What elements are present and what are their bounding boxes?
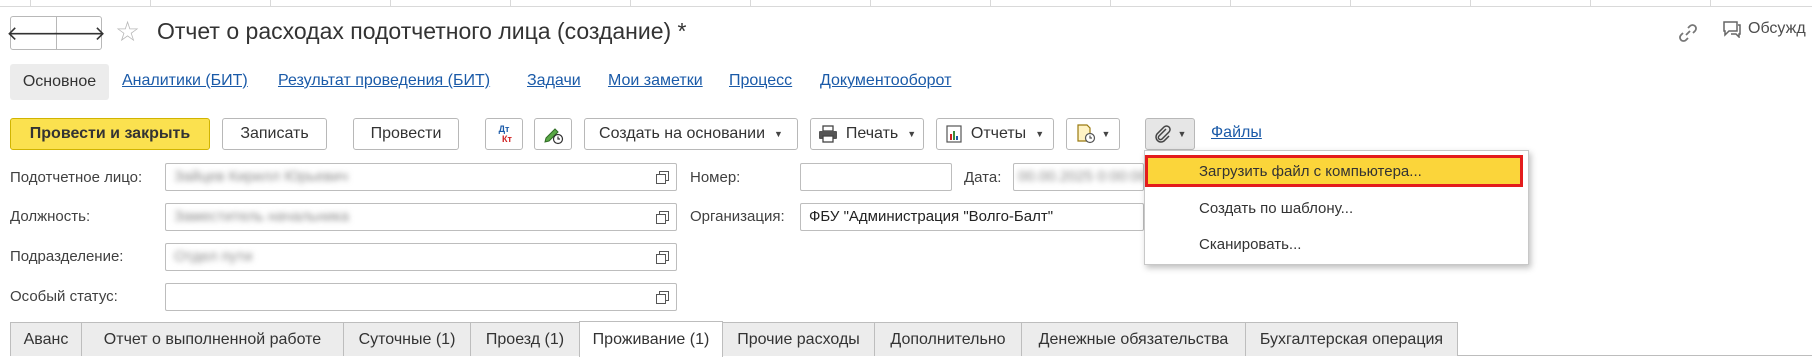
dt-glyph: Дт xyxy=(498,124,510,134)
section-link-process[interactable]: Процесс xyxy=(729,72,792,90)
section-link-docflow[interactable]: Документооборот xyxy=(820,72,951,90)
files-link[interactable]: Файлы xyxy=(1211,124,1262,142)
reports-button[interactable]: Отчеты ▼ xyxy=(936,118,1054,150)
accountable-label: Подотчетное лицо: xyxy=(10,169,143,186)
tab-per-diem[interactable]: Суточные (1) xyxy=(343,322,471,356)
special-status-label: Особый статус: xyxy=(10,288,118,305)
dt-kt-icon: Дт Кт xyxy=(496,124,512,144)
number-field[interactable] xyxy=(800,163,952,191)
organization-value: ФБУ "Администрация "Волго-Балт" xyxy=(809,208,1054,225)
department-field[interactable]: Отдел пути xyxy=(165,243,677,271)
tab-advance[interactable]: Аванс xyxy=(10,322,82,356)
open-icon[interactable] xyxy=(652,247,672,267)
top-grid-strip xyxy=(0,0,1812,7)
create-based-on-label: Создать на основании xyxy=(599,125,766,142)
open-icon[interactable] xyxy=(652,207,672,227)
discuss-label: Обсужд xyxy=(1748,20,1806,38)
arrow-right-icon: 🡒 xyxy=(52,22,106,45)
position-value: Заместитель начальника xyxy=(174,208,350,225)
special-status-field[interactable] xyxy=(165,283,677,311)
save-label: Записать xyxy=(240,125,309,142)
date-value: 00.00.2025 0:00:00 xyxy=(1018,168,1144,185)
section-link-my-notes[interactable]: Мои заметки xyxy=(608,72,703,90)
kt-glyph: Кт xyxy=(502,134,512,144)
tab-accounting-operation[interactable]: Бухгалтерская операция xyxy=(1245,322,1458,356)
tab-accommodation[interactable]: Проживание (1) xyxy=(579,321,723,357)
section-link-tasks[interactable]: Задачи xyxy=(527,72,581,90)
section-link-analytics[interactable]: Аналитики (БИТ) xyxy=(122,72,248,90)
position-label: Должность: xyxy=(10,208,91,225)
reports-label: Отчеты xyxy=(970,125,1027,142)
number-label: Номер: xyxy=(690,169,741,186)
attach-file-menu: Загрузить файл с компьютера... Создать п… xyxy=(1144,150,1529,265)
organization-field[interactable]: ФБУ "Администрация "Волго-Балт" xyxy=(800,203,1144,231)
print-label: Печать xyxy=(845,125,899,142)
organization-label: Организация: xyxy=(690,208,785,225)
post-and-close-label: Провести и закрыть xyxy=(29,125,191,142)
section-main[interactable]: Основное xyxy=(10,64,109,100)
accountable-field[interactable]: Зайцев Кирилл Юрьевич xyxy=(165,163,677,191)
department-value: Отдел пути xyxy=(174,248,253,265)
report-chart-icon xyxy=(946,125,962,143)
tab-travel[interactable]: Проезд (1) xyxy=(470,322,580,356)
chevron-down-icon: ▼ xyxy=(774,129,783,139)
menu-item-create-from-template[interactable]: Создать по шаблону... xyxy=(1199,200,1353,217)
discuss-button[interactable]: Обсужд xyxy=(1722,20,1806,39)
tab-monetary-obligations[interactable]: Денежные обязательства xyxy=(1021,322,1246,356)
document-clock-icon xyxy=(1076,124,1095,144)
chat-icon xyxy=(1723,21,1741,39)
print-button[interactable]: Печать ▼ xyxy=(810,118,924,150)
attach-file-button[interactable]: ▼ xyxy=(1145,118,1195,150)
save-button[interactable]: Записать xyxy=(222,118,327,150)
paperclip-icon xyxy=(1154,125,1171,143)
tab-work-report[interactable]: Отчет о выполненной работе xyxy=(81,322,344,356)
tab-other-expenses[interactable]: Прочие расходы xyxy=(722,322,875,356)
create-based-on-button[interactable]: Создать на основании ▼ xyxy=(584,118,798,150)
chevron-down-icon: ▼ xyxy=(1177,129,1187,139)
related-docs-button[interactable]: ▼ xyxy=(1066,118,1120,150)
department-label: Подразделение: xyxy=(10,248,124,265)
history-nav-group: 🡐 🡒 xyxy=(6,16,106,50)
post-and-close-button[interactable]: Провести и закрыть xyxy=(10,118,210,150)
forward-button[interactable]: 🡒 xyxy=(52,17,106,49)
date-label: Дата: xyxy=(964,169,1002,186)
chevron-down-icon: ▼ xyxy=(1101,129,1111,139)
printer-icon xyxy=(818,125,837,143)
post-label: Провести xyxy=(370,125,442,142)
section-link-posting-result[interactable]: Результат проведения (БИТ) xyxy=(278,72,490,90)
open-icon[interactable] xyxy=(652,287,672,307)
pencil-clock-icon xyxy=(544,128,564,145)
date-field[interactable]: 00.00.2025 0:00:00 xyxy=(1013,163,1144,191)
menu-item-scan[interactable]: Сканировать... xyxy=(1199,236,1301,253)
position-field[interactable]: Заместитель начальника xyxy=(165,203,677,231)
edit-history-button[interactable] xyxy=(534,118,572,150)
post-button[interactable]: Провести xyxy=(353,118,459,150)
star-icon[interactable]: ☆ xyxy=(115,16,140,48)
dt-kt-button[interactable]: Дт Кт xyxy=(485,118,523,150)
tab-additional[interactable]: Дополнительно xyxy=(874,322,1022,356)
page-title: Отчет о расходах подотчетного лица (созд… xyxy=(157,18,687,44)
link-icon[interactable] xyxy=(1677,22,1699,44)
accountable-value: Зайцев Кирилл Юрьевич xyxy=(174,168,349,185)
back-button[interactable]: 🡐 xyxy=(6,17,60,49)
chevron-down-icon: ▼ xyxy=(907,129,917,139)
chevron-down-icon: ▼ xyxy=(1035,129,1045,139)
menu-item-upload-from-computer[interactable]: Загрузить файл с компьютера... xyxy=(1145,155,1523,187)
open-icon[interactable] xyxy=(652,167,672,187)
menu-item-label: Загрузить файл с компьютера... xyxy=(1199,163,1422,180)
